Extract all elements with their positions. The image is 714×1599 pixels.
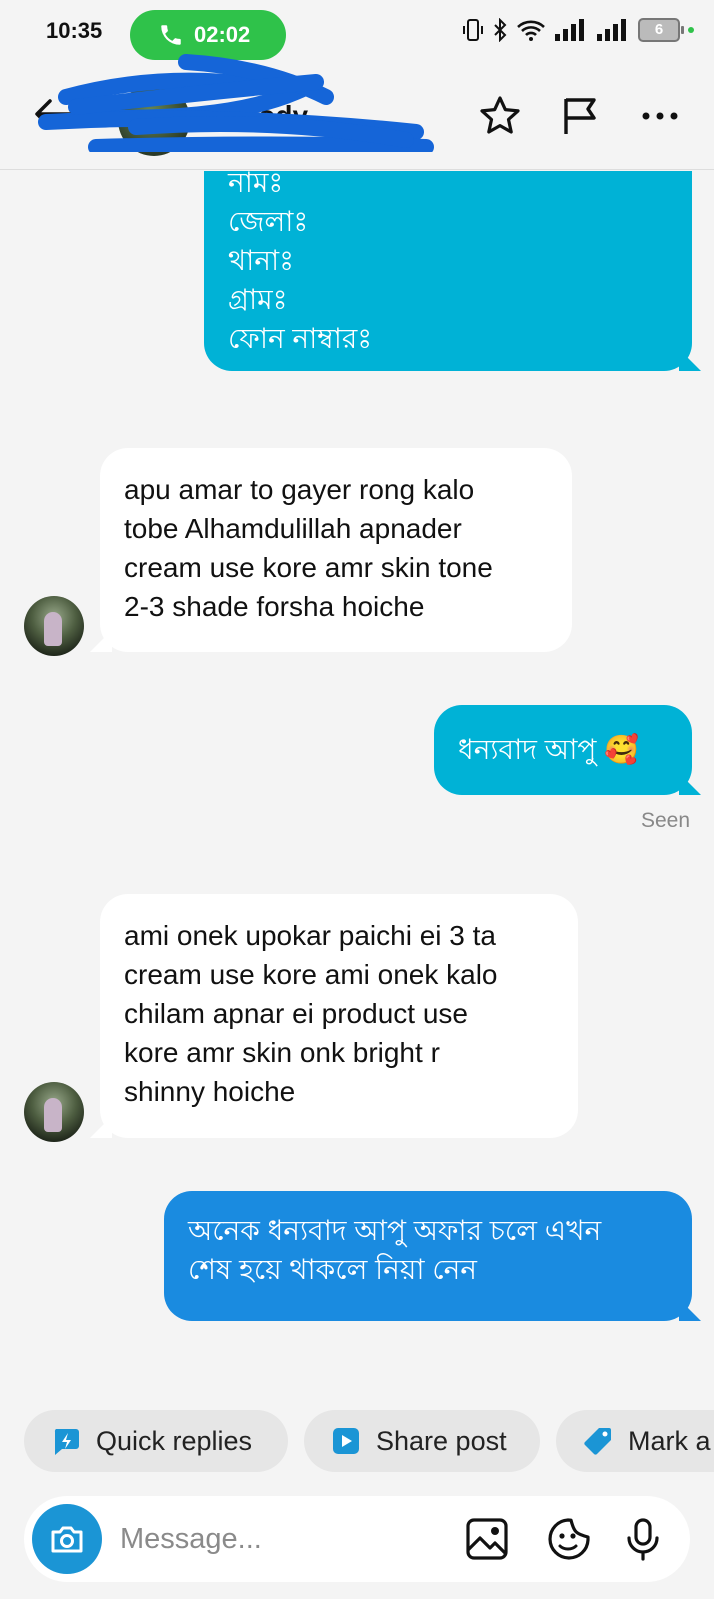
contact-name[interactable]: melody (210, 100, 308, 132)
sticker-icon[interactable] (546, 1516, 592, 1562)
message-line: জেলাঃ (228, 206, 309, 237)
message-composer (24, 1496, 690, 1582)
status-icons: 6 (462, 18, 694, 42)
status-time: 10:35 (46, 18, 103, 43)
message-input[interactable] (120, 1516, 440, 1562)
back-arrow-icon[interactable] (30, 90, 78, 138)
sender-avatar[interactable] (24, 596, 84, 656)
message-line: গ্রামঃ (228, 284, 288, 315)
message-line: cream use kore ami onek kalo (124, 959, 498, 990)
message-line: shinny hoiche (124, 1076, 296, 1107)
star-icon[interactable] (476, 92, 524, 140)
share-post-button[interactable]: Share post (304, 1410, 540, 1472)
quick-actions-row: Quick replies Share post Mark a (0, 1410, 714, 1474)
message-line: নামঃ (228, 171, 284, 198)
phone-icon (161, 25, 181, 45)
message-line: apu amar to gayer rong kalo (124, 474, 475, 505)
sender-avatar[interactable] (24, 1082, 84, 1142)
mark-as-button[interactable]: Mark a (556, 1410, 714, 1472)
ongoing-call-pill[interactable]: 02:02 (130, 10, 286, 60)
seen-status: Seen (640, 809, 690, 832)
message-line: থানাঃ (228, 245, 295, 276)
vibrate-icon (463, 19, 483, 41)
message-line: cream use kore amr skin tone (124, 552, 493, 583)
signal-icon (555, 19, 584, 41)
message-incoming: apu amar to gayer rong kalo tobe Alhamdu… (100, 448, 572, 652)
chip-label: Quick replies (96, 1425, 253, 1456)
message-outgoing: অনেক ধন্যবাদ আপু অফার চলে এখন শেষ হয়ে থ… (164, 1191, 692, 1321)
tag-icon (584, 1428, 611, 1455)
chip-label: Mark a (628, 1425, 711, 1456)
call-timer: 02:02 (194, 22, 251, 47)
message-line: 2-3 shade forsha hoiche (124, 591, 425, 622)
bluetooth-icon (494, 18, 507, 42)
message-line: tobe Alhamdulillah apnader (124, 513, 462, 544)
message-line: ধন্যবাদ আপু 🥰 (458, 734, 640, 765)
chat-header: melody (0, 54, 714, 170)
message-outgoing: ধন্যবাদ আপু 🥰 (434, 705, 692, 795)
message-line: শেষ হয়ে থাকলে নিয়া নেন (188, 1254, 478, 1285)
microphone-icon[interactable] (620, 1516, 666, 1562)
flag-icon[interactable] (556, 92, 604, 140)
camera-icon (51, 1526, 83, 1553)
bolt-icon (54, 1429, 79, 1455)
status-dot (688, 27, 694, 33)
status-bar: 10:35 02:02 6 (0, 0, 714, 62)
quick-replies-button[interactable]: Quick replies (24, 1410, 288, 1472)
camera-button[interactable] (32, 1504, 102, 1574)
message-line: ami onek upokar paichi ei 3 ta (124, 920, 496, 951)
signal-icon-2 (597, 19, 626, 41)
message-thread[interactable]: নামঃ জেলাঃ থানাঃ গ্রামঃ ফোন নাম্বারঃ apu… (0, 171, 714, 1396)
wifi-icon (517, 20, 545, 41)
play-icon (333, 1428, 359, 1454)
chip-label: Share post (376, 1425, 507, 1456)
message-line: ফোন নাম্বারঃ (228, 323, 373, 354)
gallery-icon[interactable] (464, 1516, 510, 1562)
battery-icon: 6 (638, 18, 684, 42)
message-line: kore amr skin onk bright r (124, 1037, 440, 1068)
message-incoming: ami onek upokar paichi ei 3 ta cream use… (100, 894, 578, 1138)
message-outgoing: নামঃ জেলাঃ থানাঃ গ্রামঃ ফোন নাম্বারঃ (204, 171, 692, 371)
message-line: chilam apnar ei product use (124, 998, 468, 1029)
message-line: অনেক ধন্যবাদ আপু অফার চলে এখন (188, 1215, 602, 1246)
more-options-icon[interactable] (636, 92, 684, 140)
contact-avatar[interactable] (118, 84, 190, 156)
